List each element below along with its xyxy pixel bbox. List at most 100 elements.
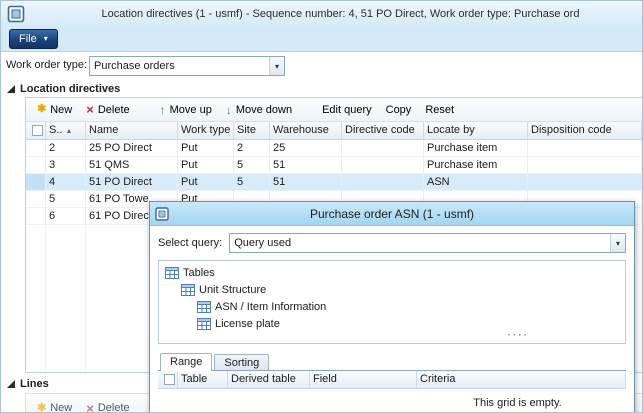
tab-sorting[interactable]: Sorting [214, 354, 269, 370]
cell-disposition-code[interactable] [528, 174, 642, 190]
grid-header: S..▲ Name Work type Site Warehouse Direc… [26, 122, 642, 140]
column-label: Disposition code [531, 124, 612, 136]
cell-sequence[interactable]: 4 [46, 174, 86, 190]
column-header-directive-code[interactable]: Directive code [342, 122, 424, 139]
select-all-checkbox[interactable] [164, 374, 175, 385]
move-down-button[interactable]: ↓ Move down [219, 102, 299, 118]
edit-query-label: Edit query [322, 104, 372, 116]
tree-item-tables[interactable]: Tables [159, 264, 625, 281]
cell-warehouse[interactable]: 25 [270, 140, 342, 156]
cell-disposition-code[interactable] [528, 157, 642, 173]
cell-name[interactable]: 51 QMS [86, 157, 178, 173]
app-icon[interactable] [7, 5, 25, 23]
dialog-titlebar[interactable]: Purchase order ASN (1 - usmf) [150, 202, 634, 226]
cell-warehouse[interactable]: 51 [270, 157, 342, 173]
new-button[interactable]: ✱ New [30, 102, 79, 118]
reset-label: Reset [425, 104, 454, 116]
cell-warehouse[interactable]: 51 [270, 174, 342, 190]
cell-sequence[interactable]: 5 [46, 191, 86, 207]
cell-work-type[interactable]: Put [178, 140, 234, 156]
dialog-grid-body: This grid is empty. [158, 389, 626, 413]
section-title: Lines [20, 378, 49, 390]
select-all-checkbox[interactable] [32, 125, 43, 136]
cell-name[interactable]: 51 PO Direct [86, 174, 178, 190]
row-selector[interactable] [26, 140, 46, 156]
table-row[interactable]: 3 51 QMS Put 5 51 Purchase item [26, 157, 642, 174]
reset-button[interactable]: Reset [418, 102, 461, 118]
cell-site[interactable]: 5 [234, 174, 270, 190]
select-query-select[interactable]: Query used ▾ [229, 233, 626, 253]
move-up-button[interactable]: ↑ Move up [153, 102, 219, 118]
lines-new-button[interactable]: ✱ New [30, 400, 79, 413]
tree-item-license-plate[interactable]: License plate [159, 315, 625, 332]
cell-sequence[interactable]: 6 [46, 208, 86, 224]
cell-site[interactable]: 5 [234, 157, 270, 173]
table-icon [181, 284, 195, 296]
cell-directive-code[interactable] [342, 174, 424, 190]
cell-locate-by[interactable]: ASN [424, 174, 528, 190]
edit-query-button[interactable]: Edit query [315, 102, 379, 118]
column-header-locate-by[interactable]: Locate by [424, 122, 528, 139]
lines-delete-label: Delete [98, 402, 130, 413]
column-header-sequence[interactable]: S..▲ [46, 122, 86, 139]
table-row-selected[interactable]: 4 51 PO Direct Put 5 51 ASN [26, 174, 642, 191]
column-header-name[interactable]: Name [86, 122, 178, 139]
row-selector[interactable] [26, 157, 46, 173]
row-selector[interactable] [26, 174, 46, 190]
tree-item-unit-structure[interactable]: Unit Structure [159, 281, 625, 298]
select-query-value: Query used [230, 234, 610, 252]
tab-range[interactable]: Range [160, 353, 212, 371]
select-all-cell [158, 371, 178, 388]
cell-disposition-code[interactable] [528, 140, 642, 156]
splitter-grip-icon[interactable]: ···· [508, 331, 529, 341]
cell-locate-by[interactable]: Purchase item [424, 157, 528, 173]
column-header-site[interactable]: Site [234, 122, 270, 139]
tree-item-asn-item-information[interactable]: ASN / Item Information [159, 298, 625, 315]
cell-sequence[interactable]: 2 [46, 140, 86, 156]
cell-locate-by[interactable]: Purchase item [424, 140, 528, 156]
section-expand-icon[interactable] [7, 85, 15, 93]
cell-work-type[interactable]: Put [178, 174, 234, 190]
new-icon: ✱ [37, 403, 46, 413]
dialog-title: Purchase order ASN (1 - usmf) [150, 207, 634, 221]
column-label: Site [237, 124, 256, 136]
cell-directive-code[interactable] [342, 140, 424, 156]
cell-name[interactable]: 25 PO Direct [86, 140, 178, 156]
select-all-cell [26, 122, 46, 139]
dialog-tabs: Range Sorting [158, 351, 626, 371]
cell-site[interactable]: 2 [234, 140, 270, 156]
row-selector[interactable] [26, 208, 46, 224]
row-selector[interactable] [26, 191, 46, 207]
column-header-warehouse[interactable]: Warehouse [270, 122, 342, 139]
chevron-down-icon: ▾ [269, 57, 284, 75]
column-header-field[interactable]: Field [310, 371, 417, 388]
column-header-table[interactable]: Table [178, 371, 228, 388]
cell-directive-code[interactable] [342, 157, 424, 173]
column-header-work-type[interactable]: Work type [178, 122, 234, 139]
cell-sequence[interactable]: 3 [46, 157, 86, 173]
column-header-disposition-code[interactable]: Disposition code [528, 122, 642, 139]
copy-button[interactable]: Copy [379, 102, 419, 118]
column-label: Criteria [420, 373, 455, 385]
column-label: Derived table [231, 373, 296, 385]
arrow-down-icon: ↓ [226, 104, 232, 116]
window-titlebar: Location directives (1 - usmf) - Sequenc… [1, 1, 642, 27]
cell-work-type[interactable]: Put [178, 157, 234, 173]
work-order-type-select[interactable]: Purchase orders ▾ [89, 56, 285, 76]
column-label: Directive code [345, 124, 415, 136]
section-header-location-directives[interactable]: Location directives [7, 83, 120, 95]
table-row[interactable]: 2 25 PO Direct Put 2 25 Purchase item [26, 140, 642, 157]
column-header-derived-table[interactable]: Derived table [228, 371, 310, 388]
select-query-label: Select query: [158, 237, 222, 249]
column-label: Work type [181, 124, 230, 136]
new-icon: ✱ [37, 104, 46, 115]
column-header-criteria[interactable]: Criteria [417, 371, 626, 388]
table-icon [197, 318, 211, 330]
delete-button[interactable]: × Delete [79, 101, 136, 118]
section-header-lines[interactable]: Lines [7, 378, 49, 390]
sort-asc-icon: ▲ [65, 128, 72, 135]
dialog-grid-header: Table Derived table Field Criteria [158, 371, 626, 389]
lines-delete-button[interactable]: × Delete [79, 400, 136, 413]
file-menu-button[interactable]: File ▾ [9, 29, 58, 49]
section-expand-icon[interactable] [7, 380, 15, 388]
